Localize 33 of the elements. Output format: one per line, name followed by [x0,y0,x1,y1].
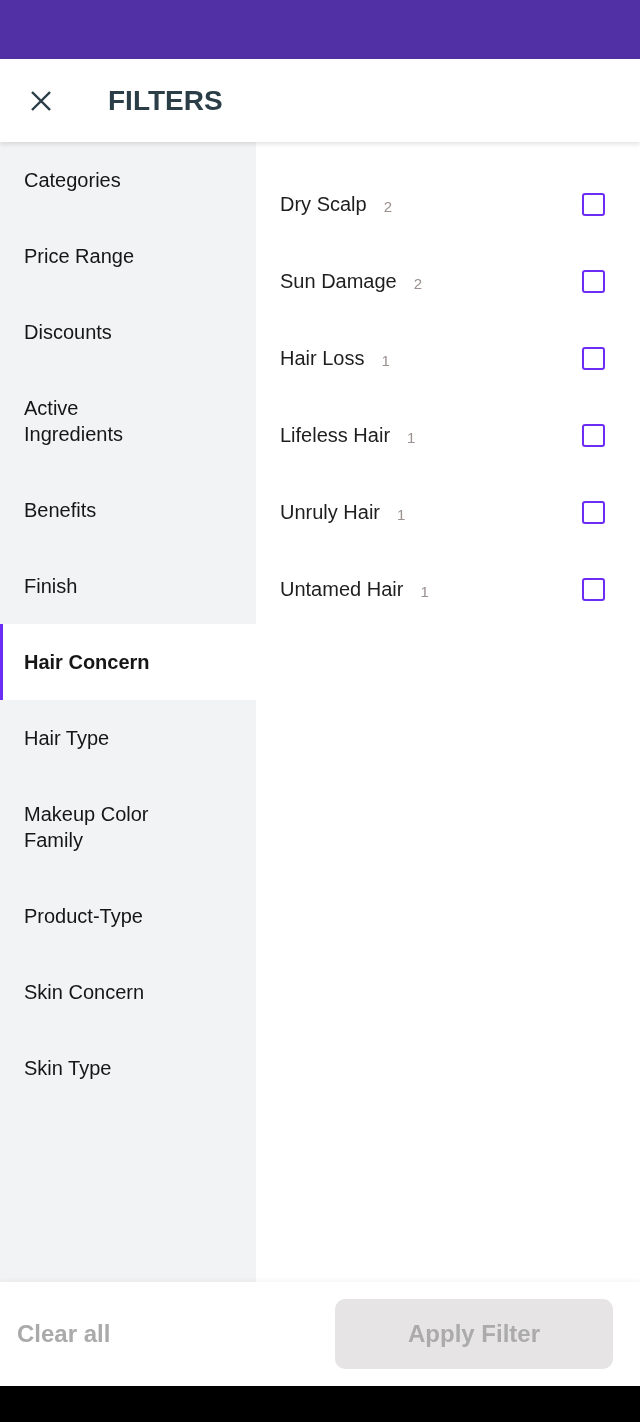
page-title: FILTERS [108,84,223,117]
option-count: 2 [383,198,393,215]
category-tab[interactable]: Active Ingredients [0,370,256,472]
category-tab[interactable]: Discounts [0,294,256,370]
checkbox[interactable] [582,193,605,216]
checkbox[interactable] [582,424,605,447]
checkbox[interactable] [582,270,605,293]
category-tab[interactable]: Skin Concern [0,954,256,1030]
category-tab[interactable]: Finish [0,548,256,624]
category-tab[interactable]: Hair Type [0,700,256,776]
option-count: 1 [420,583,429,600]
category-tab[interactable]: Hair Concern [0,624,256,700]
option-label: Unruly Hair [280,501,381,524]
option-count: 1 [397,506,406,523]
category-tab[interactable]: Product-Type [0,878,256,954]
option-label: Hair Loss [280,347,365,370]
category-tab[interactable]: Makeup Color Family [0,776,256,878]
category-tab[interactable]: Price Range [0,218,256,294]
option-label: Dry Scalp [280,193,367,216]
checkbox[interactable] [582,501,605,524]
option-label: Lifeless Hair [280,424,391,447]
option-count: 1 [381,352,390,369]
category-tab[interactable]: Categories [0,142,256,218]
category-tab[interactable]: Benefits [0,472,256,548]
checkbox[interactable] [582,347,605,370]
close-icon [31,90,51,111]
option-label: Sun Damage [280,270,397,293]
option-label: Untamed Hair [280,578,404,601]
option-count: 2 [413,275,423,292]
close-button[interactable] [31,90,51,111]
checkbox[interactable] [582,578,605,601]
category-tab[interactable]: Skin Type [0,1030,256,1106]
option-count: 1 [407,429,416,446]
